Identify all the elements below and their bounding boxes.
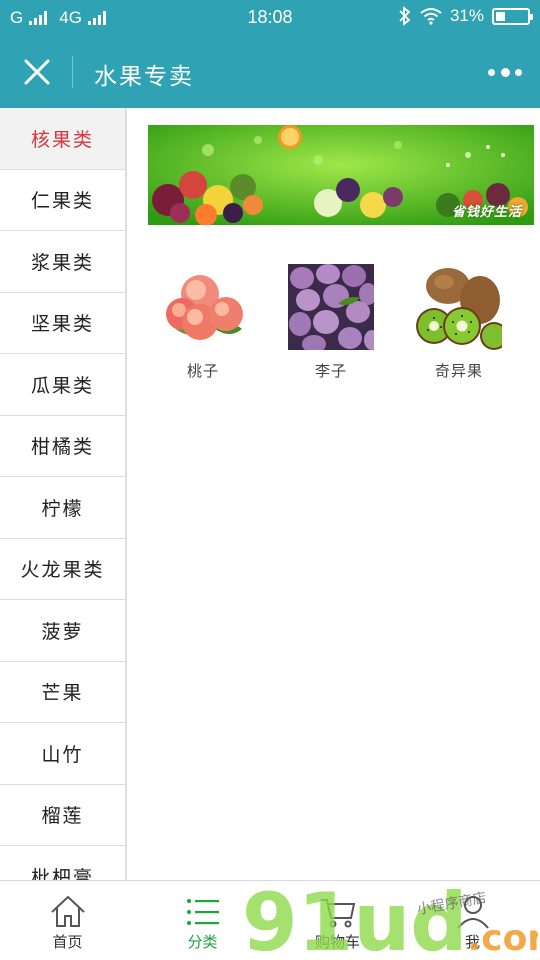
category-item-guaguo[interactable]: 瓜果类 — [0, 354, 126, 416]
more-dot-icon — [500, 67, 510, 77]
category-item-pipagao[interactable]: 枇杷膏 — [0, 846, 126, 880]
tab-label: 购物车 — [314, 933, 360, 951]
tab-label: 分类 — [187, 933, 218, 951]
tab-cart[interactable]: 购物车 — [270, 881, 405, 960]
battery-fill — [496, 11, 506, 21]
status-icons: 31% — [398, 6, 533, 26]
tab-label: 首页 — [52, 933, 83, 951]
product-card-kiwi[interactable]: 奇异果 — [404, 264, 514, 381]
plum-image — [288, 264, 374, 350]
more-dot-icon — [488, 68, 495, 76]
category-item-ganju[interactable]: 柑橘类 — [0, 415, 126, 477]
wifi-icon — [420, 8, 442, 25]
battery-percent: 31% — [449, 6, 484, 25]
product-card-peach[interactable]: 桃子 — [148, 264, 258, 381]
tab-home[interactable]: 首页 — [0, 881, 135, 960]
status-bar: G 4G 18:08 31% — [0, 0, 540, 36]
product-name: 奇异果 — [434, 362, 483, 380]
tab-label: 我 — [464, 933, 480, 951]
category-item-mangguo[interactable]: 芒果 — [0, 661, 126, 723]
category-item-ningmeng[interactable]: 柠檬 — [0, 477, 126, 539]
category-item-renguo[interactable]: 仁果类 — [0, 169, 126, 231]
product-name: 桃子 — [186, 362, 219, 380]
kiwi-image — [416, 264, 502, 350]
more-button[interactable] — [488, 64, 522, 80]
nav-bar: 水果专卖 — [0, 36, 540, 108]
more-dot-icon — [515, 68, 522, 76]
cart-icon — [321, 899, 356, 928]
category-item-huolongguo[interactable]: 火龙果类 — [0, 538, 126, 600]
home-icon — [51, 895, 85, 927]
promo-banner[interactable]: 省钱好生活 — [148, 125, 534, 225]
nav-divider — [72, 56, 73, 88]
battery-icon — [492, 7, 533, 25]
banner-slogan: 省钱好生活 — [451, 205, 522, 220]
category-item-boluo[interactable]: 菠萝 — [0, 600, 126, 662]
user-icon — [457, 896, 489, 929]
page-title: 水果专卖 — [94, 64, 194, 90]
close-button[interactable] — [18, 53, 56, 91]
category-item-jianguo[interactable]: 坚果类 — [0, 292, 126, 354]
bluetooth-icon — [399, 6, 411, 26]
product-card-plum[interactable]: 李子 — [276, 264, 386, 381]
tab-category[interactable]: 分类 — [135, 881, 270, 960]
category-item-hegua[interactable]: 核果类 — [0, 108, 126, 170]
category-item-jiangguo[interactable]: 浆果类 — [0, 231, 126, 293]
tab-me[interactable]: 我 — [405, 881, 540, 960]
close-icon — [24, 59, 50, 85]
bottom-tab-bar: 首页 分类 购物车 我 — [0, 880, 540, 960]
list-icon — [187, 899, 219, 925]
peach-image — [160, 264, 246, 350]
category-item-shanzhu[interactable]: 山竹 — [0, 723, 126, 785]
category-sidebar[interactable]: 核果类 仁果类 浆果类 坚果类 瓜果类 柑橘类 柠檬 火龙果类 菠萝 芒果 山竹… — [0, 108, 127, 880]
product-name: 李子 — [314, 362, 347, 380]
category-item-liulian[interactable]: 榴莲 — [0, 784, 126, 846]
